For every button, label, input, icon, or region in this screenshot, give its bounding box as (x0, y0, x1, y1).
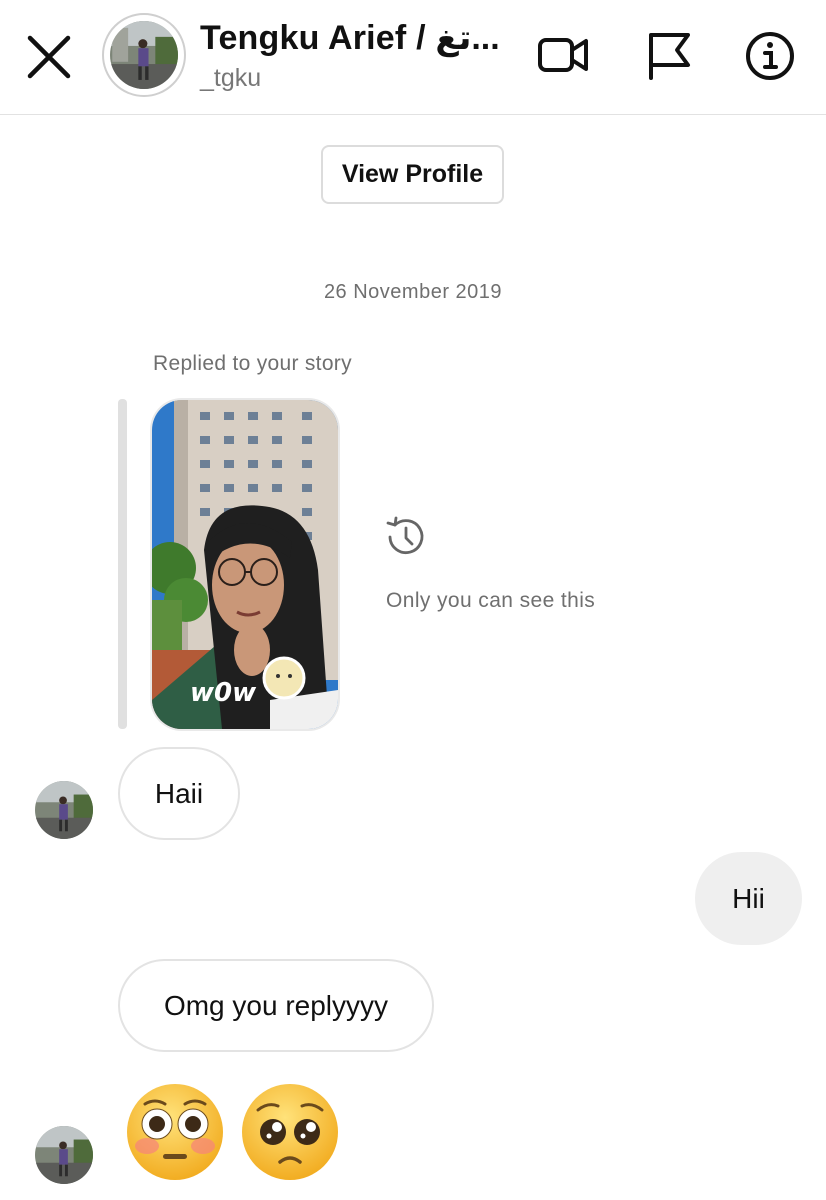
story-reply-label: Replied to your story (153, 352, 352, 375)
profile-avatar[interactable] (102, 13, 186, 97)
info-icon[interactable] (742, 28, 798, 84)
sender-avatar[interactable] (35, 1126, 93, 1184)
info-button[interactable] (742, 28, 798, 84)
view-profile-button[interactable]: View Profile (321, 145, 504, 204)
sender-avatar[interactable] (35, 781, 93, 839)
reply-quote-bar (118, 399, 127, 729)
story-sticker-text: w0w (190, 678, 257, 708)
contact-display-name[interactable]: Tengku Arief / تغ... (200, 18, 500, 58)
story-thumbnail[interactable]: w0w (152, 400, 338, 729)
message-bubble-incoming[interactable]: Haii (118, 747, 240, 840)
history-icon (386, 516, 424, 554)
only-you-notice: Only you can see this (386, 589, 596, 612)
flushed-face-emoji[interactable] (125, 1082, 225, 1182)
video-call-button[interactable] (536, 28, 592, 84)
message-bubble-outgoing[interactable]: Hii (695, 852, 802, 945)
flag-icon[interactable] (642, 28, 698, 84)
contact-username[interactable]: _tgku (200, 64, 261, 93)
report-button[interactable] (642, 28, 698, 84)
close-button[interactable] (22, 30, 76, 84)
message-bubble-incoming[interactable]: Omg you replyyyy (118, 959, 434, 1052)
avatar-photo (35, 1126, 93, 1184)
video-call-icon[interactable] (536, 28, 592, 84)
pleading-face-emoji[interactable] (240, 1082, 340, 1182)
avatar-photo (35, 781, 93, 839)
close-icon[interactable] (22, 30, 76, 84)
date-separator: 26 November 2019 (323, 281, 503, 303)
avatar-photo (110, 21, 178, 89)
chat-header: Tengku Arief / تغ... _tgku (0, 0, 826, 115)
